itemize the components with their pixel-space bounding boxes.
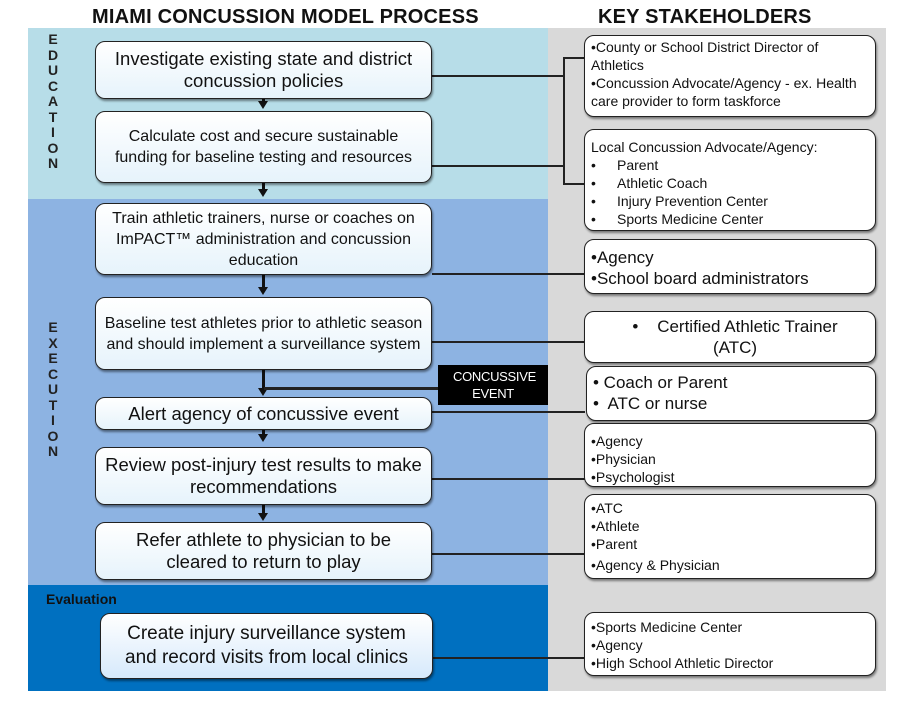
stakeholder-box: •County or School District Director of A… — [584, 35, 876, 117]
connector-line — [432, 478, 585, 480]
education-label: EDUCATION — [47, 31, 59, 171]
step-refer-physician[interactable]: Refer athlete to physician to be cleared… — [95, 522, 432, 580]
stakeholders-title: KEY STAKEHOLDERS — [598, 6, 812, 28]
step-text: Review post-injury test results to make … — [105, 454, 422, 497]
stakeholder-item: •Parent — [591, 536, 638, 552]
stakeholder-item: •Agency — [591, 637, 643, 653]
step-text: Alert agency of concussive event — [128, 402, 399, 424]
connector-line — [432, 273, 585, 275]
flow-arrow-stem — [262, 274, 265, 288]
connector-line — [433, 657, 585, 659]
step-text: Train athletic trainers, nurse or coache… — [112, 209, 415, 269]
execution-label: EXECUTION — [47, 319, 59, 459]
stakeholder-item: •Physician — [591, 451, 656, 467]
step-text: Create injury surveillance system and re… — [125, 623, 408, 668]
stakeholder-item: • ATC or nurse — [593, 394, 708, 413]
flow-arrow-icon — [258, 434, 268, 442]
stakeholder-box: • Coach or Parent • ATC or nurse — [586, 366, 876, 421]
stakeholder-item: •Sports Medicine Center — [591, 619, 743, 635]
stakeholder-box: •Sports Medicine Center •Agency •High Sc… — [584, 612, 876, 676]
step-text: Baseline test athletes prior to athletic… — [104, 314, 423, 353]
flow-arrow-icon — [258, 101, 268, 109]
flow-arrow-icon — [258, 189, 268, 197]
connector-line — [432, 553, 585, 555]
step-create-surveillance[interactable]: Create injury surveillance system and re… — [100, 613, 433, 679]
stakeholder-item: • Coach or Parent — [593, 373, 728, 392]
flow-arrow-icon — [258, 287, 268, 295]
stakeholder-item: •Parent — [591, 157, 659, 173]
stakeholder-item: •Agency — [591, 248, 654, 267]
concussive-event-label: CONCUSSIVE EVENT — [453, 369, 536, 401]
connector-line — [432, 341, 585, 343]
process-title: MIAMI CONCUSSION MODEL PROCESS — [92, 6, 479, 28]
stakeholder-box: •Agency •Physician •Psychologist — [584, 423, 876, 487]
step-investigate-policies[interactable]: Investigate existing state and district … — [95, 41, 432, 99]
stakeholder-item: •Agency — [591, 433, 643, 449]
stakeholder-item: •High School Athletic Director — [591, 655, 774, 671]
step-alert-agency[interactable]: Alert agency of concussive event — [95, 397, 432, 430]
stakeholder-box: Local Concussion Advocate/Agency: • Paren… — [584, 129, 876, 231]
stakeholder-item: •Agency & Physician — [591, 557, 720, 573]
connector-line — [432, 165, 564, 167]
step-baseline-test[interactable]: Baseline test athletes prior to athletic… — [95, 297, 432, 370]
step-text: Calculate cost and secure sustainable fu… — [114, 128, 413, 166]
stakeholder-item: • Injury Prevention Center — [591, 193, 768, 209]
stakeholder-box: •Agency •School board administrators — [584, 239, 876, 294]
stakeholder-item: •Sports Medicine Center — [591, 211, 764, 227]
event-arrow-line — [264, 387, 440, 390]
flow-arrow-icon — [258, 513, 268, 521]
stakeholder-box: •ATC •Athlete •Parent •Agency & Physicia… — [584, 494, 876, 579]
step-train-trainers[interactable]: Train athletic trainers, nurse or coache… — [95, 203, 432, 275]
concussive-event-box: CONCUSSIVE EVENT — [438, 365, 548, 405]
stakeholder-item: •School board administrators — [591, 269, 809, 288]
step-text: Investigate existing state and district … — [114, 48, 413, 91]
step-review-results[interactable]: Review post-injury test results to make … — [95, 447, 432, 505]
step-calculate-funding[interactable]: Calculate cost and secure sustainable fu… — [95, 111, 432, 183]
stakeholder-heading: Local Concussion Advocate/Agency: — [591, 139, 818, 155]
connector-line — [432, 411, 585, 413]
stakeholder-item: • Athletic Coach — [591, 175, 708, 191]
step-text: Refer athlete to physician to be cleared… — [135, 529, 392, 572]
stakeholder-item: •Athlete — [591, 518, 640, 534]
stakeholder-item: •Concussion Advocate/Agency - ex. Health… — [591, 75, 857, 109]
stakeholder-item: •ATC — [591, 500, 623, 516]
stakeholder-item: • Certified Athletic Trainer (ATC) — [632, 317, 843, 357]
stakeholder-item: •Psychologist — [591, 469, 675, 485]
stakeholder-item: •County or School District Director of A… — [591, 39, 819, 73]
connector-line — [432, 75, 564, 77]
evaluation-label: Evaluation — [46, 591, 117, 607]
connector-line — [563, 183, 585, 185]
stakeholder-box: • Certified Athletic Trainer (ATC) — [584, 311, 876, 363]
connector-bracket — [563, 57, 565, 184]
connector-line — [563, 57, 585, 59]
